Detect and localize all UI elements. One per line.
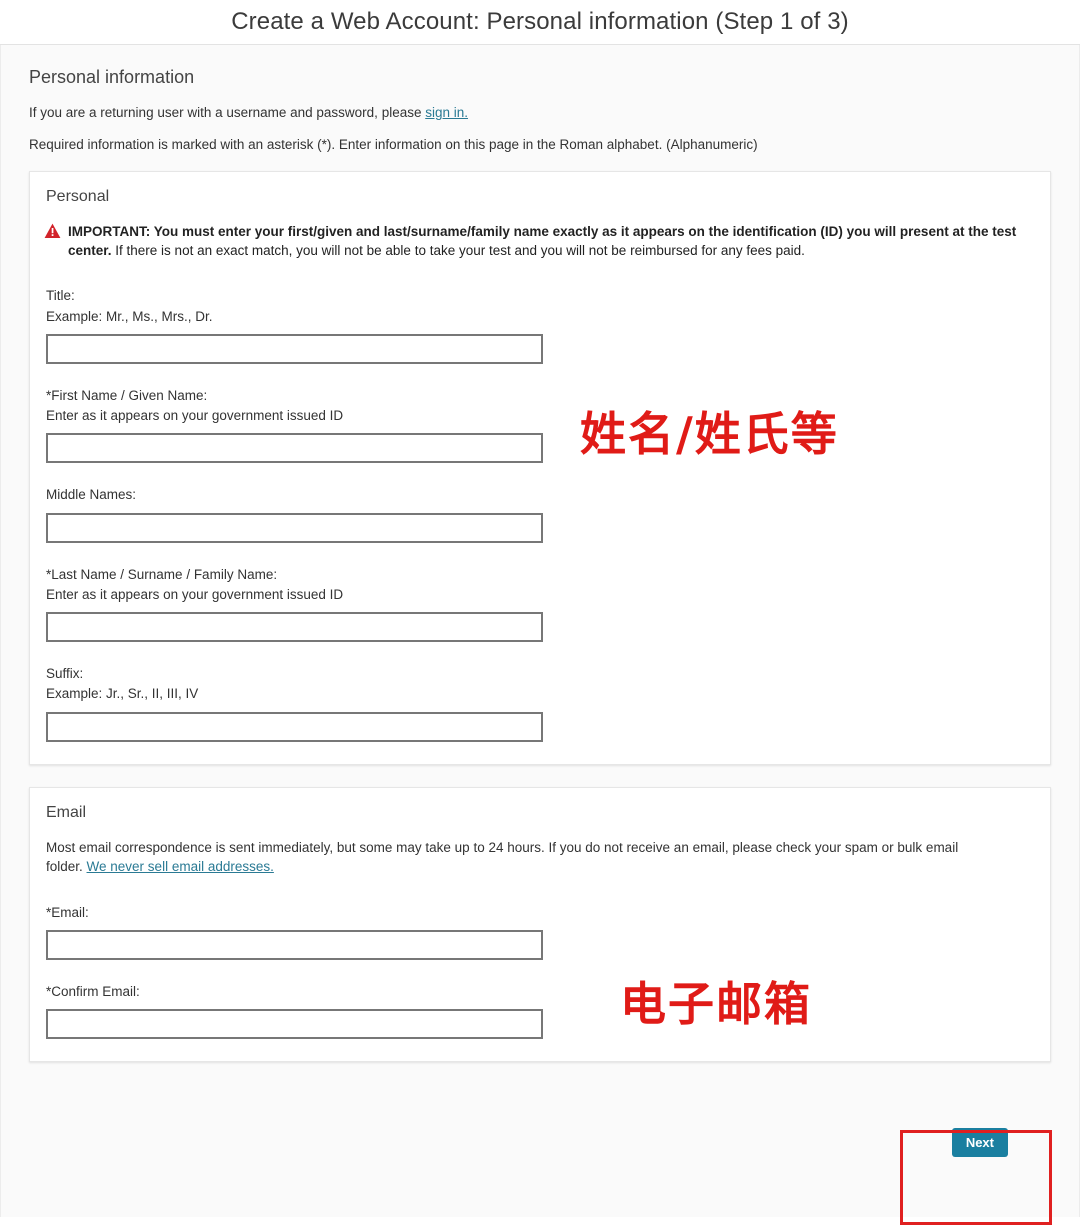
form-footer: Next [29,1084,1051,1170]
field-suffix-hint: Example: Jr., Sr., II, III, IV [46,686,199,702]
email-input[interactable] [46,930,543,961]
annotation-email-note: 电子邮箱 [620,977,812,1031]
important-notice-text: IMPORTANT: You must enter your first/giv… [68,222,1024,260]
field-title-hint: Example: Mr., Ms., Mrs., Dr. [46,308,213,324]
field-title-label: Title: [46,288,75,304]
annotation-name-note: 姓名/姓氏等 [580,407,839,461]
field-confirm-email-label: *Confirm Email: [46,984,140,1000]
personal-card: Personal IMPORTANT: You must enter your … [29,171,1051,765]
field-suffix: Suffix: Example: Jr., Sr., II, III, IV [44,664,1036,742]
title-input[interactable] [46,333,543,364]
important-notice-rest: If there is not an exact match, you will… [111,243,805,259]
email-note: Most email correspondence is sent immedi… [46,838,1036,877]
field-email: *Email: [44,903,1036,961]
never-sell-email-link[interactable]: We never sell email addresses. [87,859,274,874]
returning-user-prefix: If you are a returning user with a usern… [29,105,426,120]
field-last-name-label: *Last Name / Surname / Family Name: [46,566,278,582]
field-middle-names: Middle Names: [44,485,1036,543]
email-card: Email Most email correspondence is sent … [29,786,1051,1063]
first-name-input[interactable] [46,433,543,464]
next-button[interactable]: Next [951,1128,1008,1158]
field-title: Title: Example: Mr., Ms., Mrs., Dr. [44,286,1036,364]
field-first-name: *First Name / Given Name: Enter as it ap… [44,386,1036,464]
page-titlebar: Create a Web Account: Personal informati… [0,0,1080,45]
required-info-text: Required information is marked with an a… [29,136,758,152]
warning-triangle-icon [44,223,61,244]
field-confirm-email: *Confirm Email: [44,982,1036,1040]
field-email-label: *Email: [46,904,89,920]
last-name-input[interactable] [46,612,543,643]
field-first-name-hint: Enter as it appears on your government i… [46,408,344,424]
field-last-name-hint: Enter as it appears on your government i… [46,586,344,602]
middle-names-input[interactable] [46,512,543,543]
important-notice: IMPORTANT: You must enter your first/giv… [44,222,1036,260]
page-body: Personal information If you are a return… [0,45,1080,1217]
email-card-title: Email [46,803,87,821]
field-last-name: *Last Name / Surname / Family Name: Ente… [44,565,1036,643]
section-heading: Personal information [29,67,195,87]
suffix-input[interactable] [46,711,543,742]
field-suffix-label: Suffix: [46,666,84,682]
returning-user-text: If you are a returning user with a usern… [29,104,1051,122]
confirm-email-input[interactable] [46,1009,543,1040]
field-first-name-label: *First Name / Given Name: [46,387,208,403]
sign-in-link[interactable]: sign in. [425,105,468,120]
field-middle-names-label: Middle Names: [46,487,137,503]
page-title: Create a Web Account: Personal informati… [231,8,849,35]
personal-card-title: Personal [46,188,110,206]
